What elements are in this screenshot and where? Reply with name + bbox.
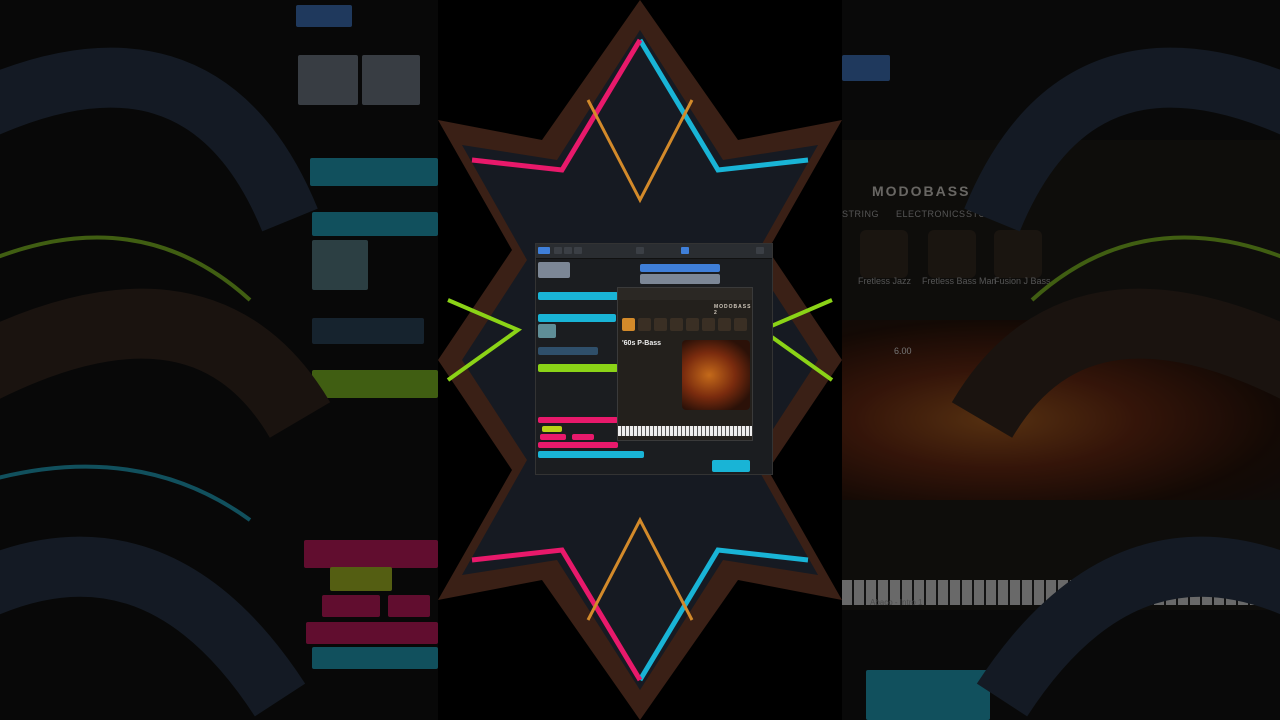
clip[interactable]	[538, 314, 616, 322]
clip[interactable]	[538, 451, 644, 458]
scissors-icon[interactable]	[574, 247, 582, 254]
model-thumb[interactable]	[718, 318, 731, 331]
eraser-icon[interactable]	[564, 247, 572, 254]
clip[interactable]	[538, 417, 618, 423]
play-icon[interactable]	[636, 247, 644, 254]
model-thumb[interactable]	[654, 318, 667, 331]
kaleidoscope-ribbon	[951, 47, 1280, 717]
model-thumb[interactable]	[686, 318, 699, 331]
model-thumb[interactable]	[702, 318, 715, 331]
clip[interactable]	[538, 364, 618, 372]
clip[interactable]	[640, 274, 720, 284]
clip[interactable]	[538, 262, 570, 278]
bass-guitar-image	[682, 340, 750, 410]
right-background-panel: MODOBASS 2 STRING ELECTRONICS STUDIO Fre…	[842, 0, 1280, 720]
kaleidoscope-ribbon	[0, 47, 331, 717]
plugin-brand-title: MODOBASS 2	[714, 304, 752, 316]
preset-name: '60s P-Bass	[622, 340, 662, 347]
model-thumb[interactable]	[670, 318, 683, 331]
clip[interactable]	[640, 264, 720, 272]
model-thumb-selected[interactable]	[622, 318, 635, 331]
clip[interactable]	[540, 434, 566, 440]
arrow-tool-icon[interactable]	[538, 247, 550, 254]
clip[interactable]	[538, 324, 556, 338]
clip[interactable]	[538, 292, 618, 300]
piano-keyboard[interactable]	[618, 426, 752, 436]
pencil-icon[interactable]	[554, 247, 562, 254]
model-thumb[interactable]	[734, 318, 747, 331]
clip[interactable]	[538, 347, 598, 355]
clip[interactable]	[538, 442, 618, 448]
clip[interactable]	[572, 434, 594, 440]
plugin-header	[618, 288, 752, 300]
settings-icon[interactable]	[756, 247, 764, 254]
clip[interactable]	[712, 460, 750, 472]
plugin-window: MODOBASS 2 '60s P-Bass	[617, 287, 753, 441]
snap-icon[interactable]	[681, 247, 689, 254]
left-background-panel	[0, 0, 438, 720]
clip[interactable]	[542, 426, 562, 432]
model-thumb[interactable]	[638, 318, 651, 331]
daw-toolbar	[536, 244, 772, 259]
